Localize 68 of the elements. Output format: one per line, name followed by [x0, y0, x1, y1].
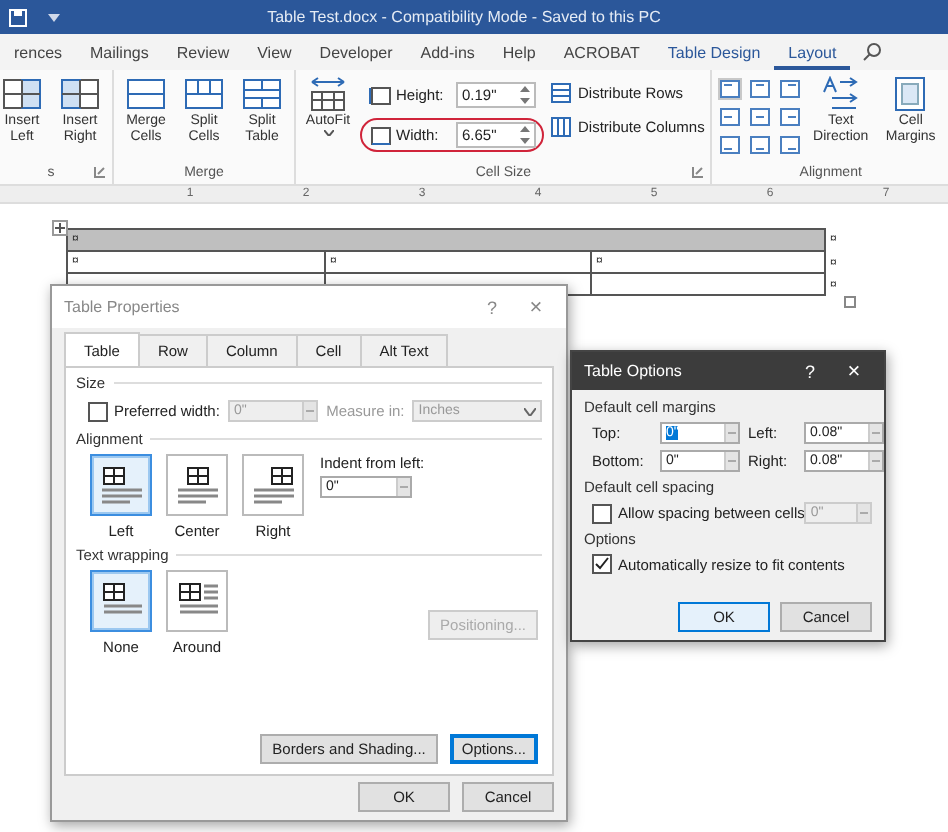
save-icon[interactable]: [8, 7, 28, 27]
ribbon-tab[interactable]: Help: [488, 34, 550, 70]
ribbon-tab[interactable]: ACROBAT: [549, 34, 654, 70]
dialog-launcher-icon[interactable]: [692, 166, 705, 178]
help-button[interactable]: ?: [788, 352, 832, 390]
align-button[interactable]: [718, 78, 743, 100]
distribute-icon: [550, 82, 572, 104]
caret-icon[interactable]: [48, 13, 60, 21]
text-direction-icon: [820, 76, 861, 112]
dialog-launcher-icon[interactable]: [94, 166, 106, 178]
ribbon-tab[interactable]: Mailings: [76, 34, 163, 70]
ribbon-tab[interactable]: rences: [0, 34, 77, 70]
check-icon: [594, 556, 610, 572]
alignment-option[interactable]: [90, 454, 152, 516]
align-button[interactable]: [748, 134, 773, 156]
cell-align-icon: [780, 108, 801, 126]
ribbon-tab[interactable]: Table Design: [653, 34, 775, 70]
table-resize-handle-icon[interactable]: [844, 296, 856, 308]
cell-align-icon: [750, 80, 771, 98]
alignment-option[interactable]: [166, 454, 228, 516]
autofit-icon: [308, 76, 348, 112]
ribbon-tab[interactable]: Layout: [774, 34, 851, 70]
ribbon-tab[interactable]: Developer: [305, 34, 407, 70]
search-icon[interactable]: [862, 42, 883, 62]
wrapping-option[interactable]: [90, 570, 152, 632]
table-align-icon: [251, 465, 295, 505]
spin-arrows-icon: [520, 126, 530, 144]
dialog-title: Table Options: [584, 362, 684, 380]
help-button[interactable]: ?: [470, 288, 514, 326]
cell-align-icon: [720, 80, 741, 98]
caret-icon: [323, 130, 333, 136]
ribbon-tab[interactable]: Add-ins: [406, 34, 489, 70]
cell-align-icon: [750, 108, 771, 126]
cell-align-icon: [780, 80, 801, 98]
table-move-handle-icon[interactable]: [52, 220, 68, 236]
align-button[interactable]: [718, 106, 743, 128]
table-align-icon: [175, 465, 219, 505]
spin-arrows-icon: [520, 86, 530, 104]
cell-align-icon: [720, 136, 741, 154]
spin-arrows-icon: [856, 504, 870, 522]
close-button[interactable]: ×: [514, 288, 558, 326]
cell-align-icon: [720, 108, 741, 126]
cell-align-icon: [780, 136, 801, 154]
ribbon-tab[interactable]: View: [243, 34, 306, 70]
align-button[interactable]: [778, 134, 803, 156]
spin-arrows-icon: [302, 402, 317, 420]
spin-arrows-icon: [396, 478, 410, 496]
close-button[interactable]: ×: [832, 352, 876, 390]
dialog-title: Table Properties: [64, 298, 182, 316]
table-align-icon: [99, 465, 143, 505]
cell-margins-icon: [894, 76, 927, 112]
window-title: Table Test.docx - Compatibility Mode - Saved to this PC: [265, 8, 663, 26]
align-button[interactable]: [718, 134, 743, 156]
align-button[interactable]: [778, 78, 803, 100]
row-height-icon: [368, 85, 392, 105]
align-button[interactable]: [748, 106, 773, 128]
align-button[interactable]: [778, 106, 803, 128]
table-grid-icon: [242, 76, 282, 112]
table-grid-icon: [184, 76, 224, 112]
cell-align-icon: [750, 136, 771, 154]
align-button[interactable]: [748, 78, 773, 100]
insert-column-icon: [60, 76, 100, 112]
alignment-option[interactable]: [242, 454, 304, 516]
column-width-icon: [368, 125, 392, 145]
distribute-icon: [550, 116, 572, 138]
wrapping-option[interactable]: [166, 570, 228, 632]
ribbon-tab[interactable]: Review: [162, 34, 244, 70]
table-grid-icon: [126, 76, 166, 112]
